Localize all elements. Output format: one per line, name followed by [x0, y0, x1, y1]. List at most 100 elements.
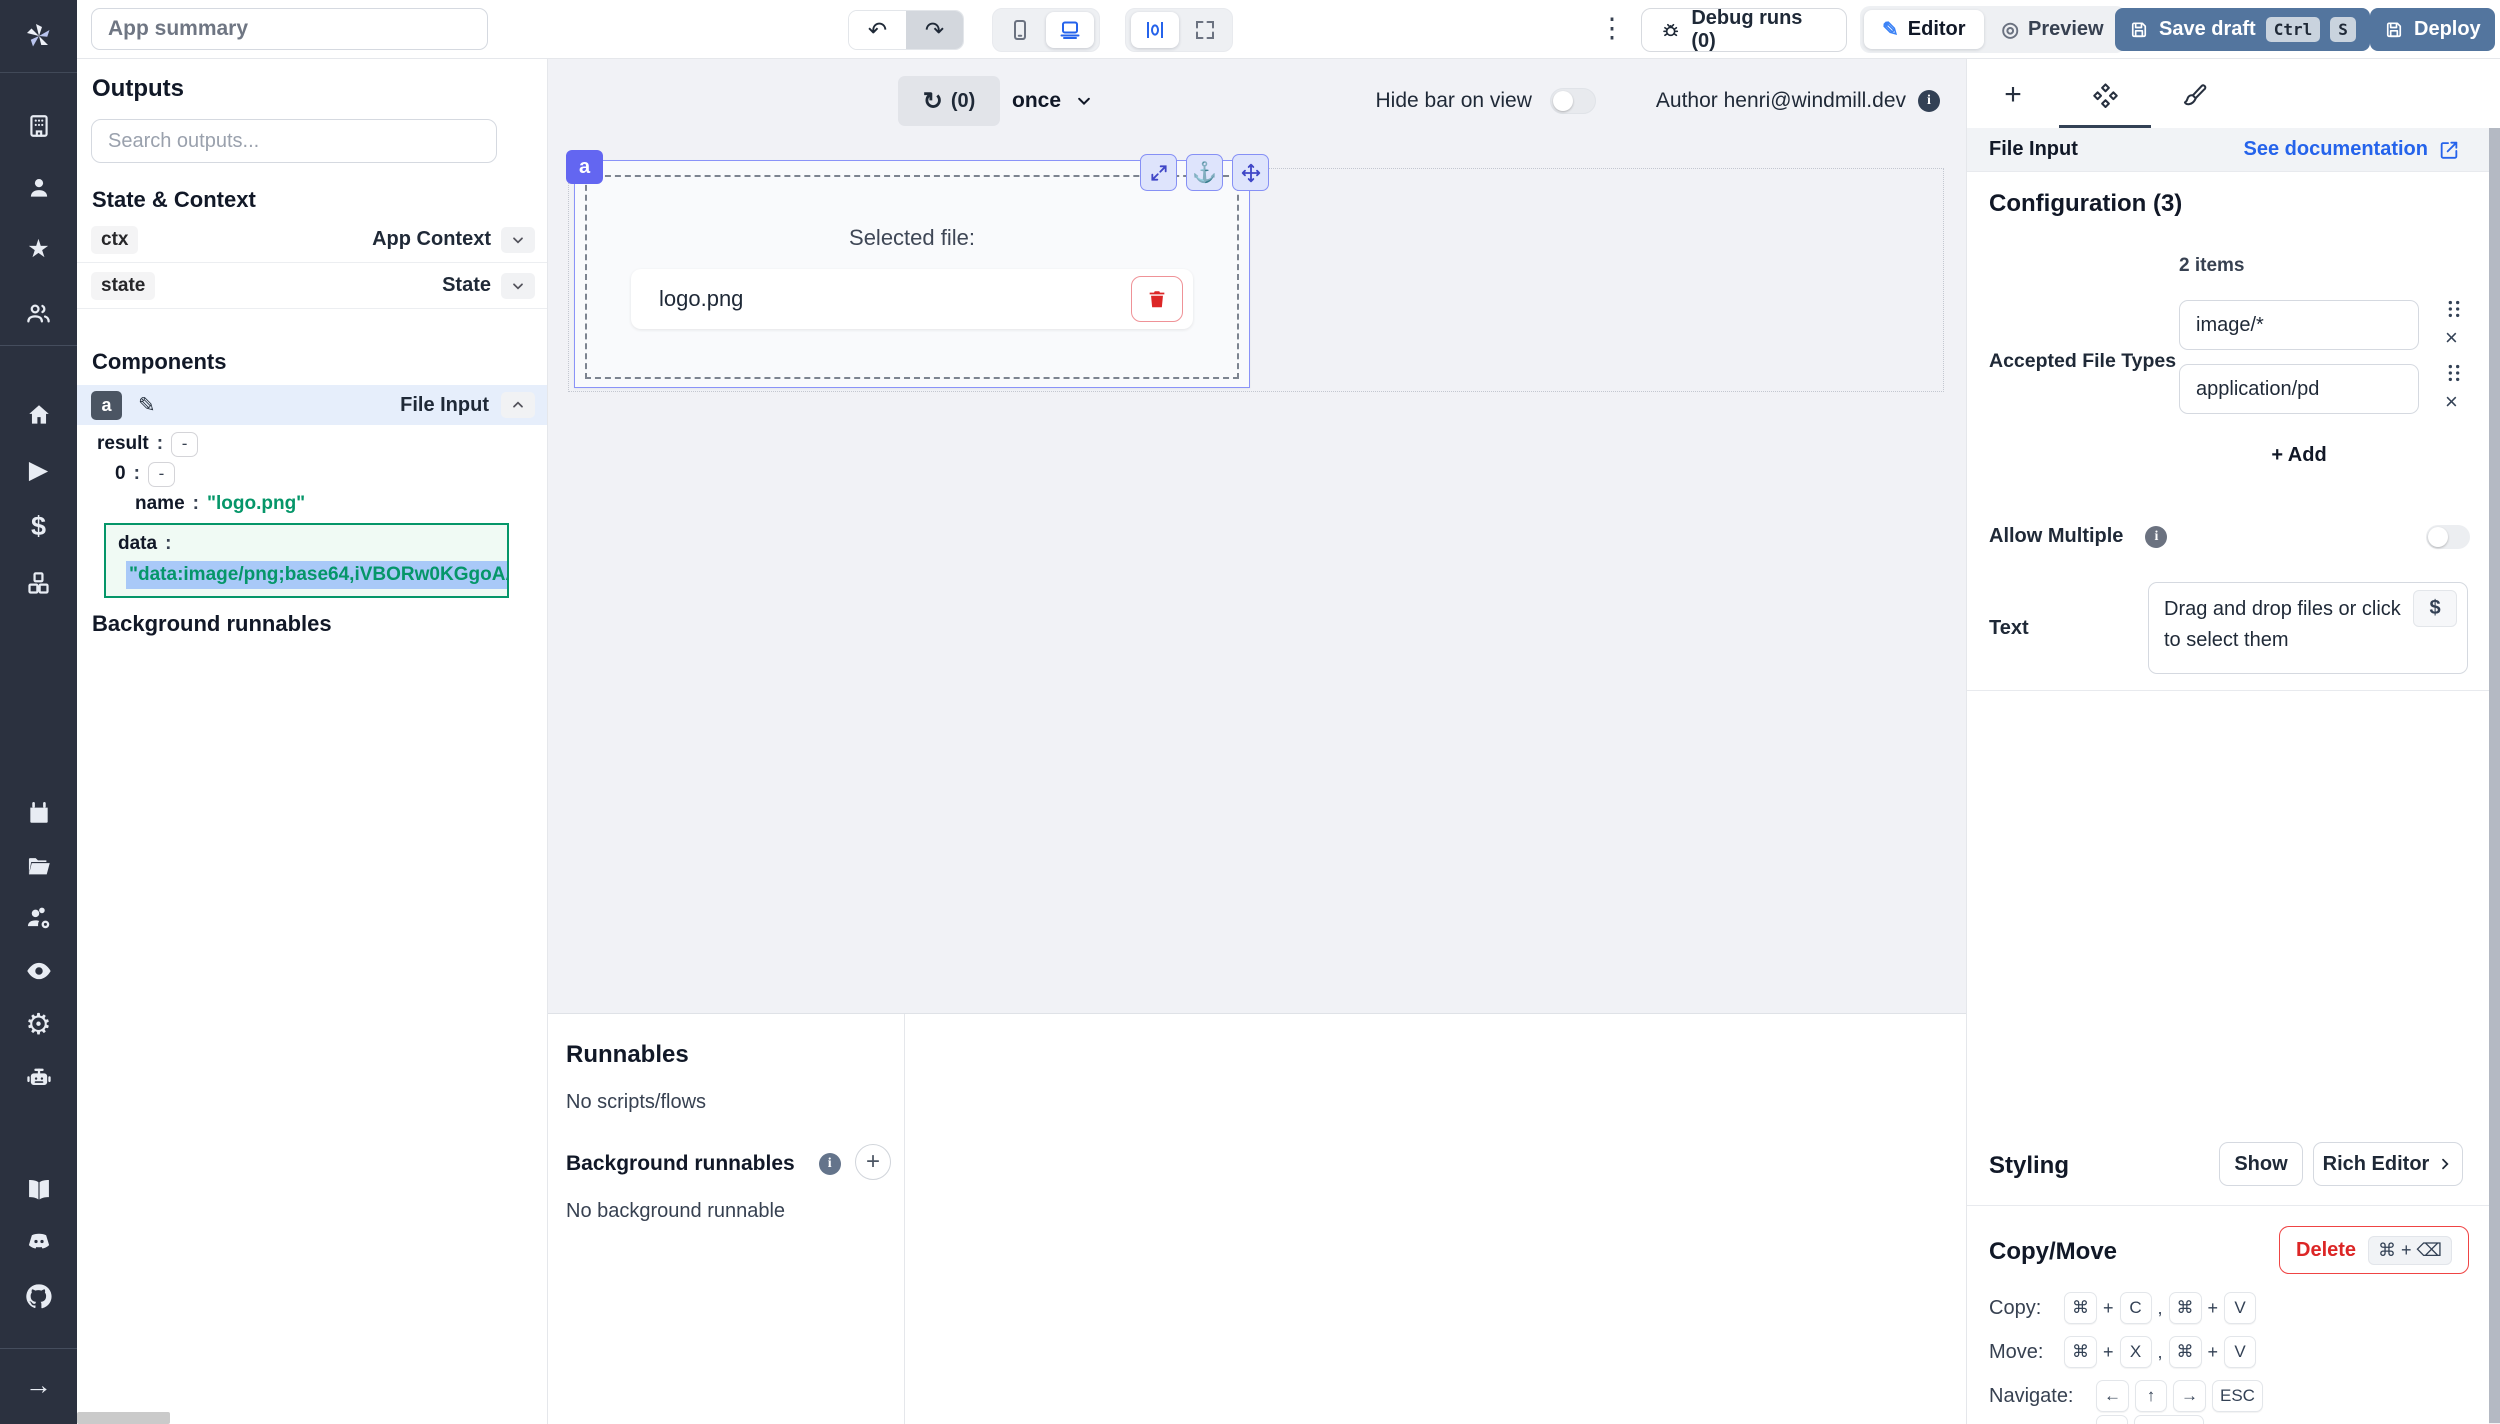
remove-type-1-icon[interactable]: ×: [2445, 327, 2458, 349]
audit-eye-icon[interactable]: [0, 954, 77, 988]
docs-book-icon[interactable]: [0, 1172, 77, 1206]
move-icon: [1241, 163, 1261, 183]
runs-play-icon[interactable]: ▶: [0, 453, 77, 487]
hide-bar-toggle[interactable]: [1550, 88, 1596, 114]
app-canvas[interactable]: ↻ (0) once Hide bar on view Author henri…: [548, 59, 1966, 1013]
folders-icon[interactable]: [0, 849, 77, 883]
ctx-expand-button[interactable]: [501, 227, 535, 253]
canvas-topbar-right: Hide bar on view Author henri@windmill.d…: [1375, 76, 1940, 126]
shortcut-row-move: Move: ⌘ + X , ⌘ + V: [1989, 1336, 2259, 1368]
windmill-logo[interactable]: [0, 0, 77, 73]
preview-circle-icon: ◎: [2002, 17, 2019, 42]
state-context-title: State & Context: [92, 187, 256, 213]
refresh-icon: ↻: [923, 87, 943, 116]
chevron-down-icon: [510, 232, 526, 248]
remove-type-2-icon[interactable]: ×: [2445, 391, 2458, 413]
allow-multiple-toggle[interactable]: [2426, 525, 2470, 549]
undo-button[interactable]: ↶: [849, 11, 906, 49]
data-value-selected-box[interactable]: data : "data:image/png;base64,iVBORw0KGg…: [104, 523, 509, 598]
expand-icon: [1193, 18, 1217, 42]
variables-dollar-icon[interactable]: $: [0, 509, 77, 543]
selected-file-row: logo.png: [631, 269, 1193, 329]
user-icon[interactable]: [0, 171, 77, 205]
tab-editor[interactable]: ✎ Editor: [1864, 10, 1984, 49]
shortcut-row-navigate: Navigate: ← ↑ → ESC: [1989, 1380, 2266, 1412]
drag-handle-icon[interactable]: [2443, 361, 2465, 385]
output-row-ctx[interactable]: ctx App Context: [77, 217, 547, 263]
resources-boxes-icon[interactable]: [0, 566, 77, 600]
panel-scrollbar[interactable]: [2489, 128, 2500, 1424]
groups-users-icon[interactable]: [0, 296, 77, 330]
collapse-zero-button[interactable]: -: [148, 462, 175, 487]
anchor-component-button[interactable]: ⚓: [1186, 154, 1223, 191]
workspace-building-icon[interactable]: [0, 109, 77, 143]
workers-users-gear-icon[interactable]: [0, 901, 77, 935]
tab-styling-brush[interactable]: [2175, 77, 2215, 113]
add-background-runnable-button[interactable]: +: [855, 1144, 891, 1180]
styling-title: Styling: [1989, 1152, 2069, 1180]
settings-gear-icon[interactable]: ⚙: [0, 1008, 77, 1042]
styling-show-button[interactable]: Show: [2219, 1142, 2303, 1186]
connect-dollar-button[interactable]: $: [2413, 590, 2457, 627]
accepted-type-input-2[interactable]: [2179, 364, 2419, 414]
allow-multiple-info-icon[interactable]: i: [2145, 526, 2167, 548]
drag-handle-icon[interactable]: [2443, 297, 2465, 321]
output-row-state[interactable]: state State: [77, 263, 547, 309]
kbd-c: C: [2120, 1292, 2152, 1324]
kbd-arrow-up: ↑: [2135, 1380, 2167, 1412]
remove-file-button[interactable]: [1131, 276, 1183, 322]
collapse-arrow-right-icon[interactable]: →: [0, 1368, 77, 1402]
mobile-view-button[interactable]: [998, 12, 1042, 48]
discord-icon[interactable]: [0, 1225, 77, 1259]
refresh-button[interactable]: ↻ (0): [898, 76, 1000, 126]
external-link-icon: [2438, 139, 2460, 161]
items-count-label: 2 items: [2179, 255, 2244, 277]
name-value: "logo.png": [207, 493, 305, 515]
deploy-button[interactable]: Deploy: [2370, 8, 2495, 51]
delete-component-button[interactable]: Delete ⌘ + ⌫: [2279, 1226, 2469, 1274]
rich-editor-button[interactable]: Rich Editor: [2313, 1142, 2463, 1186]
debug-runs-button[interactable]: Debug runs (0): [1641, 8, 1847, 52]
move-component-button[interactable]: [1232, 154, 1269, 191]
shortcut-row-partial: [1989, 1415, 2207, 1424]
fullscreen-button[interactable]: [1183, 12, 1227, 48]
debug-runs-label: Debug runs (0): [1691, 7, 1828, 53]
github-icon[interactable]: [0, 1279, 77, 1313]
more-options-kebab-icon[interactable]: ⋮: [1597, 13, 1627, 44]
see-documentation-link[interactable]: See documentation: [2244, 138, 2460, 161]
collapse-result-button[interactable]: -: [171, 432, 198, 457]
file-input-component[interactable]: a ⚓ Selected file: logo.png: [574, 160, 1250, 388]
search-outputs-input[interactable]: [91, 119, 497, 163]
state-expand-button[interactable]: [501, 273, 535, 299]
device-toggle-group: [992, 8, 1100, 52]
add-file-type-button[interactable]: + Add: [2179, 444, 2419, 467]
favorites-star-icon[interactable]: ★: [0, 232, 77, 266]
tab-component-settings[interactable]: [2085, 77, 2125, 113]
background-runnables-info-icon[interactable]: i: [819, 1153, 841, 1175]
component-collapse-button[interactable]: [501, 392, 535, 418]
app-summary-input[interactable]: [91, 8, 488, 50]
schedules-calendar-icon[interactable]: [0, 796, 77, 830]
rename-pencil-icon[interactable]: ✎: [138, 393, 156, 418]
ai-robot-icon[interactable]: [0, 1061, 77, 1095]
save-draft-button[interactable]: Save draft Ctrl S: [2115, 8, 2370, 51]
allow-multiple-row: Allow Multiple i: [1989, 525, 2167, 548]
expand-component-button[interactable]: [1140, 154, 1177, 191]
center-content-button[interactable]: [1131, 12, 1179, 48]
accepted-type-input-1[interactable]: [2179, 300, 2419, 350]
desktop-view-button[interactable]: [1046, 12, 1094, 48]
horizontal-scrollbar-thumb[interactable]: [77, 1412, 170, 1424]
kbd-arrow-left: ←: [2096, 1380, 2129, 1412]
nav-rail: ★ ▶ $ ⚙ →: [0, 0, 77, 1424]
author-info-icon[interactable]: i: [1918, 90, 1940, 112]
panel-scrollbar-thumb[interactable]: [2489, 128, 2500, 1423]
runnables-title: Runnables: [566, 1041, 689, 1069]
component-row-a[interactable]: a ✎ File Input: [77, 385, 547, 425]
chevron-up-icon: [510, 397, 526, 413]
redo-button[interactable]: ↷: [906, 11, 963, 49]
background-runnables-header: Background runnables i: [566, 1152, 841, 1176]
frequency-dropdown[interactable]: once: [1012, 76, 1093, 126]
home-icon[interactable]: [0, 398, 77, 432]
tab-insert-component[interactable]: +: [1993, 77, 2033, 113]
tab-preview[interactable]: ◎ Preview: [1984, 10, 2122, 49]
